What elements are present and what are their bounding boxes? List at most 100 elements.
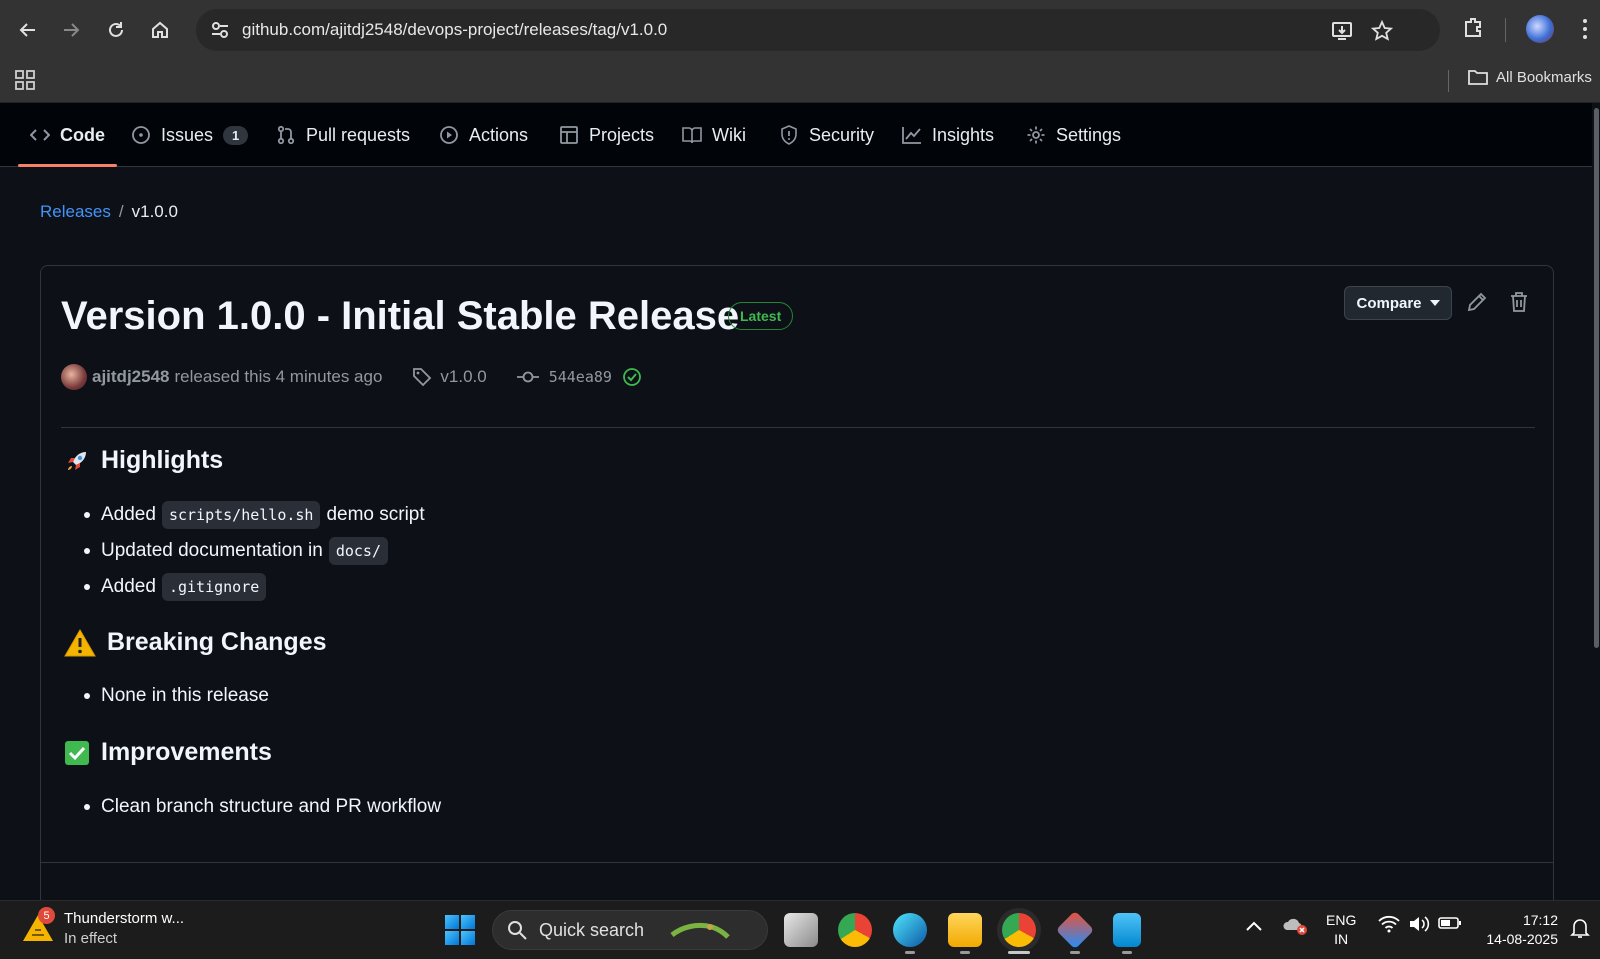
site-settings-icon[interactable] <box>210 20 230 40</box>
clock-date: 14-08-2025 <box>1486 931 1558 947</box>
tab-security[interactable]: Security <box>779 103 874 167</box>
breadcrumb-releases-link[interactable]: Releases <box>40 202 111 222</box>
wifi-icon[interactable] <box>1378 915 1400 938</box>
tab-security-label: Security <box>809 124 875 145</box>
issue-icon <box>131 125 151 145</box>
repo-nav-tabs: Code Issues 1 Pull requests Actions Proj… <box>0 103 1600 167</box>
notepad-icon[interactable] <box>1113 913 1141 947</box>
inline-code: .gitignore <box>161 573 267 601</box>
tab-actions[interactable]: Actions <box>439 103 528 167</box>
check-mark-icon <box>63 739 91 767</box>
home-icon[interactable] <box>144 14 176 46</box>
trash-icon[interactable] <box>1507 290 1531 314</box>
author-avatar[interactable] <box>61 364 87 390</box>
browser-chrome: github.com/ajitdj2548/devops-project/rel… <box>0 0 1600 103</box>
tab-settings-label: Settings <box>1056 124 1122 145</box>
tab-issues[interactable]: Issues 1 <box>131 103 249 167</box>
all-bookmarks-button[interactable]: All Bookmarks <box>1468 68 1592 86</box>
battery-icon[interactable] <box>1438 915 1462 936</box>
item-text: demo script <box>326 504 425 525</box>
tab-code[interactable]: Code <box>18 103 117 167</box>
release-footer-divider <box>41 862 1553 863</box>
commit-icon <box>516 371 539 383</box>
release-meta: ajitdj2548 released this 4 minutes ago v… <box>61 364 642 390</box>
onedrive-error-icon[interactable] <box>1282 915 1308 940</box>
address-bar[interactable]: github.com/ajitdj2548/devops-project/rel… <box>196 9 1440 51</box>
tab-issues-label: Issues <box>161 124 214 145</box>
storm-warning-icon: 5 <box>22 907 55 945</box>
extensions-icon[interactable] <box>1462 16 1484 44</box>
weather-title: Thunderstorm w... <box>64 910 185 927</box>
language-indicator[interactable]: ENG IN <box>1326 911 1356 949</box>
folder-icon <box>1468 70 1488 85</box>
latest-badge: Latest <box>728 302 794 330</box>
highlights-title: Highlights <box>101 446 224 474</box>
breaking-changes-title: Breaking Changes <box>107 628 327 656</box>
pencil-icon[interactable] <box>1465 290 1489 314</box>
compare-label: Compare <box>1356 294 1422 312</box>
play-icon <box>439 125 459 145</box>
warning-icon <box>63 628 97 657</box>
weather-widget[interactable]: 5 Thunderstorm w... In effect <box>22 907 185 949</box>
volume-icon[interactable] <box>1408 915 1430 938</box>
tab-projects[interactable]: Projects <box>559 103 654 167</box>
file-explorer-icon[interactable] <box>948 913 982 947</box>
forward-arrow-icon[interactable] <box>55 14 87 46</box>
author-link[interactable]: ajitdj2548 <box>92 367 170 387</box>
tab-pull-requests[interactable]: Pull requests <box>276 103 410 167</box>
item-text: Updated documentation in <box>101 540 323 561</box>
git-gui-icon[interactable] <box>1055 910 1095 950</box>
commit-sha: 544ea89 <box>548 368 612 386</box>
list-item: Added .gitignore <box>84 569 425 605</box>
inline-code: scripts/hello.sh <box>161 501 321 529</box>
chrome-active-icon[interactable] <box>1002 913 1036 947</box>
windows-start-icon[interactable] <box>445 915 475 945</box>
improvements-list: Clean branch structure and PR workflow <box>83 789 441 825</box>
breadcrumb: Releases / v1.0.0 <box>40 202 178 222</box>
quick-search-box[interactable]: Quick search <box>492 910 768 950</box>
highlights-heading: Highlights <box>63 446 223 475</box>
profile-avatar[interactable] <box>1526 15 1554 43</box>
tab-insights[interactable]: Insights <box>902 103 994 167</box>
list-item: Added scripts/hello.sh demo script <box>84 497 425 533</box>
item-text: Added <box>101 576 156 597</box>
windows-taskbar: 5 Thunderstorm w... In effect Quick sear… <box>0 900 1600 959</box>
language-code: ENG <box>1326 912 1357 928</box>
issues-count-badge: 1 <box>223 125 249 145</box>
more-menu-icon[interactable] <box>1582 18 1588 46</box>
chrome-icon[interactable] <box>838 913 872 947</box>
system-clock[interactable]: 17:12 14-08-2025 <box>1478 911 1558 949</box>
gear-icon <box>1026 125 1046 145</box>
highlights-list: Added scripts/hello.sh demo script Updat… <box>84 497 425 605</box>
graph-icon <box>902 125 922 145</box>
url-text[interactable]: github.com/ajitdj2548/devops-project/rel… <box>242 20 667 40</box>
tab-projects-label: Projects <box>589 124 655 145</box>
back-arrow-icon[interactable] <box>12 14 44 46</box>
commit-link[interactable]: 544ea89 <box>516 367 642 387</box>
reload-icon[interactable] <box>100 14 132 46</box>
notifications-icon[interactable] <box>1570 917 1590 944</box>
git-running-indicator <box>1070 951 1080 954</box>
bookmarks-bar: All Bookmarks <box>0 60 1600 103</box>
bookmark-star-icon[interactable] <box>1370 19 1394 43</box>
tab-settings[interactable]: Settings <box>1026 103 1121 167</box>
inline-code: docs/ <box>328 537 388 565</box>
table-icon <box>559 125 579 145</box>
task-view-icon[interactable] <box>784 913 818 947</box>
list-item: Clean branch structure and PR workflow <box>83 789 441 825</box>
compare-button[interactable]: Compare <box>1344 286 1452 320</box>
show-hidden-icons-chevron-icon[interactable] <box>1246 915 1262 936</box>
release-card: Version 1.0.0 - Initial Stable Release L… <box>40 265 1554 945</box>
tab-wiki[interactable]: Wiki <box>682 103 746 167</box>
tab-actions-label: Actions <box>469 124 529 145</box>
page-scrollbar-thumb[interactable] <box>1594 108 1599 648</box>
tag-link[interactable]: v1.0.0 <box>412 367 487 387</box>
rocket-icon <box>63 447 91 475</box>
release-divider <box>61 427 1535 428</box>
install-app-icon[interactable] <box>1330 19 1354 43</box>
edge-icon[interactable] <box>893 913 927 947</box>
shield-icon <box>779 125 799 145</box>
browser-toolbar: github.com/ajitdj2548/devops-project/rel… <box>0 0 1600 60</box>
list-item: None in this release <box>84 678 269 714</box>
apps-grid-icon[interactable] <box>14 69 36 91</box>
